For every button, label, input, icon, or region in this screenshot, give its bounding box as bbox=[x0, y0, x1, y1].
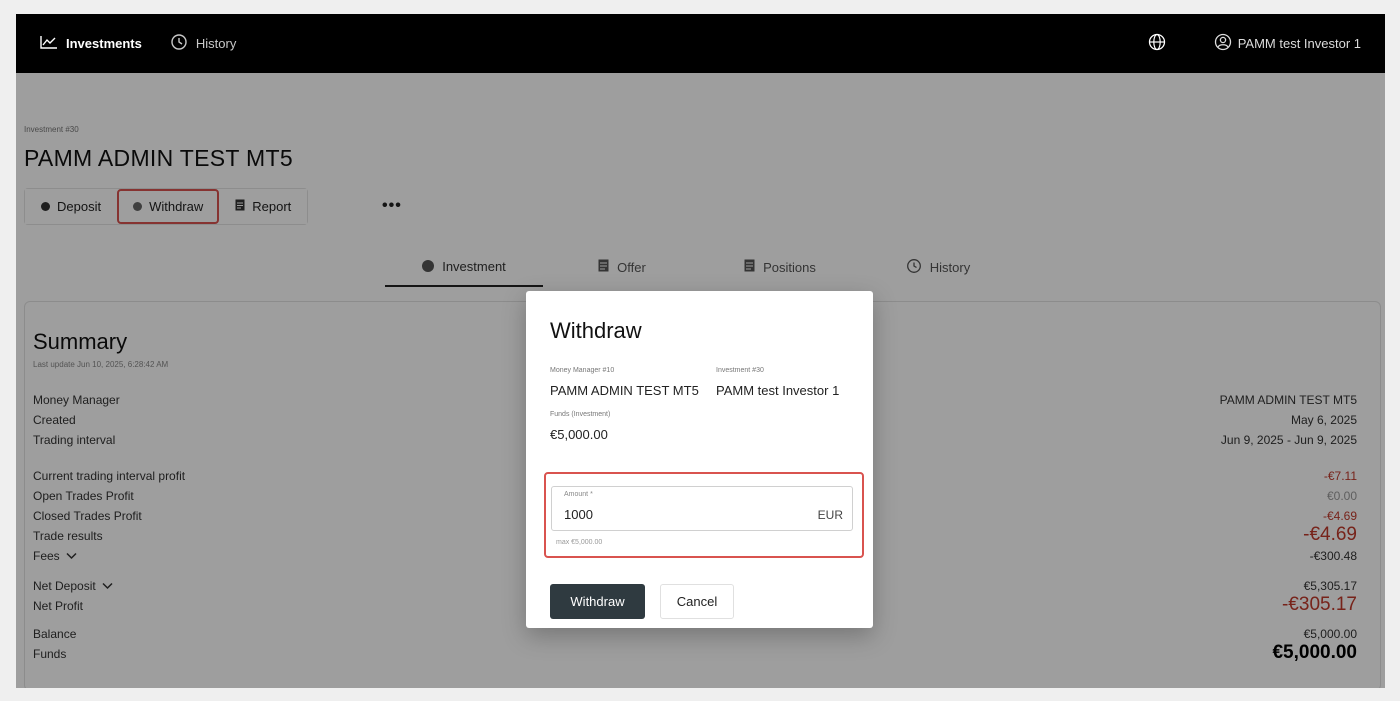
app-frame: Investments History PAMM test Investor 1… bbox=[16, 14, 1385, 688]
currency-suffix: EUR bbox=[817, 508, 843, 522]
withdraw-submit-button[interactable]: Withdraw bbox=[550, 584, 645, 619]
nav-investments-label: Investments bbox=[66, 36, 142, 51]
chart-line-icon bbox=[40, 35, 58, 52]
funds-value: €5,000.00 bbox=[550, 427, 608, 442]
nav-history[interactable]: History bbox=[170, 33, 236, 54]
withdraw-dialog: Withdraw Money Manager #10 PAMM ADMIN TE… bbox=[526, 291, 873, 628]
nav-history-label: History bbox=[195, 36, 237, 51]
cancel-button[interactable]: Cancel bbox=[660, 584, 734, 619]
amount-field-highlight: Amount * 1000 EUR max €5,000.00 bbox=[544, 472, 864, 558]
history-icon bbox=[170, 33, 188, 54]
money-manager-label: Money Manager #10 bbox=[550, 367, 615, 374]
language-button[interactable] bbox=[1148, 33, 1166, 54]
amount-value: 1000 bbox=[564, 507, 593, 522]
globe-icon bbox=[1148, 33, 1166, 54]
user-menu[interactable]: PAMM test Investor 1 bbox=[1214, 33, 1361, 54]
nav-investments[interactable]: Investments bbox=[40, 35, 142, 52]
funds-label: Funds (Investment) bbox=[550, 411, 611, 418]
user-name: PAMM test Investor 1 bbox=[1237, 36, 1361, 51]
top-navigation-bar: Investments History PAMM test Investor 1 bbox=[16, 14, 1385, 73]
investment-label: Investment #30 bbox=[716, 367, 764, 374]
dialog-title: Withdraw bbox=[550, 318, 642, 343]
amount-label: Amount * bbox=[564, 491, 593, 498]
amount-input[interactable]: Amount * 1000 EUR bbox=[551, 486, 853, 531]
user-circle-icon bbox=[1214, 33, 1232, 54]
money-manager-value: PAMM ADMIN TEST MT5 bbox=[550, 383, 699, 398]
investment-value: PAMM test Investor 1 bbox=[716, 383, 840, 398]
amount-hint: max €5,000.00 bbox=[556, 539, 603, 546]
